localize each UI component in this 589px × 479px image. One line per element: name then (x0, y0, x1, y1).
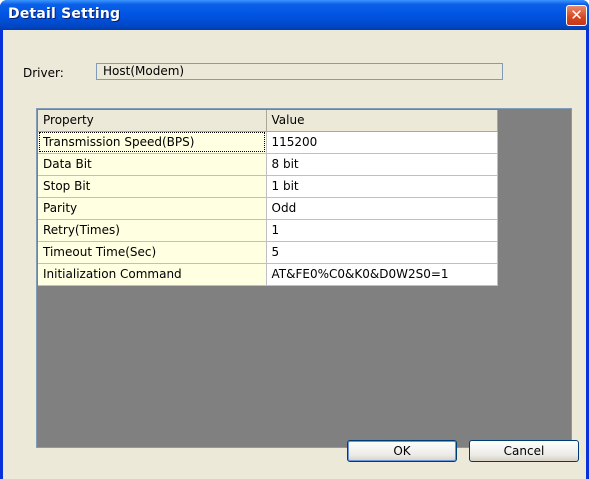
grid-header-row: Property Value (38, 110, 498, 132)
cancel-button[interactable]: Cancel (469, 440, 579, 462)
column-header-value[interactable]: Value (266, 110, 498, 132)
property-name-cell[interactable]: Parity (38, 197, 267, 220)
detail-setting-dialog: Detail Setting ✕ Driver: Host(Modem) Pro… (0, 0, 589, 479)
property-name-cell[interactable]: Transmission Speed(BPS) (38, 131, 267, 154)
property-value-cell[interactable]: Odd (266, 197, 498, 220)
table-row[interactable]: Transmission Speed(BPS) 115200 (38, 131, 498, 154)
property-value-cell[interactable]: 5 (266, 241, 498, 264)
property-value-cell[interactable]: 115200 (266, 131, 498, 154)
property-name-cell[interactable]: Initialization Command (38, 263, 267, 286)
property-name-cell[interactable]: Timeout Time(Sec) (38, 241, 267, 264)
table-row[interactable]: Data Bit 8 bit (38, 153, 498, 176)
property-name-cell[interactable]: Retry(Times) (38, 219, 267, 242)
dialog-title: Detail Setting (8, 6, 121, 22)
property-value-cell[interactable]: 8 bit (266, 153, 498, 176)
column-header-property[interactable]: Property (38, 110, 267, 132)
table-row[interactable]: Retry(Times) 1 (38, 219, 498, 242)
table-row[interactable]: Timeout Time(Sec) 5 (38, 241, 498, 264)
ok-button[interactable]: OK (347, 440, 457, 462)
driver-label: Driver: (23, 66, 64, 80)
table-row[interactable]: Initialization Command AT&FE0%C0&K0&D0W2… (38, 263, 498, 286)
dialog-body: Driver: Host(Modem) Property Value Trans… (3, 30, 586, 479)
table-row[interactable]: Parity Odd (38, 197, 498, 220)
property-name-cell[interactable]: Data Bit (38, 153, 267, 176)
driver-field: Host(Modem) (96, 63, 503, 80)
property-grid: Property Value Transmission Speed(BPS) 1… (36, 108, 572, 448)
table-row[interactable]: Stop Bit 1 bit (38, 175, 498, 198)
title-bar[interactable]: Detail Setting ✕ (0, 0, 589, 30)
close-button[interactable]: ✕ (566, 5, 587, 26)
property-table: Property Value Transmission Speed(BPS) 1… (38, 110, 498, 286)
close-icon: ✕ (570, 6, 583, 24)
property-name-cell[interactable]: Stop Bit (38, 175, 267, 198)
property-value-cell[interactable]: 1 bit (266, 175, 498, 198)
property-value-cell[interactable]: AT&FE0%C0&K0&D0W2S0=1 (266, 263, 498, 286)
property-value-cell[interactable]: 1 (266, 219, 498, 242)
